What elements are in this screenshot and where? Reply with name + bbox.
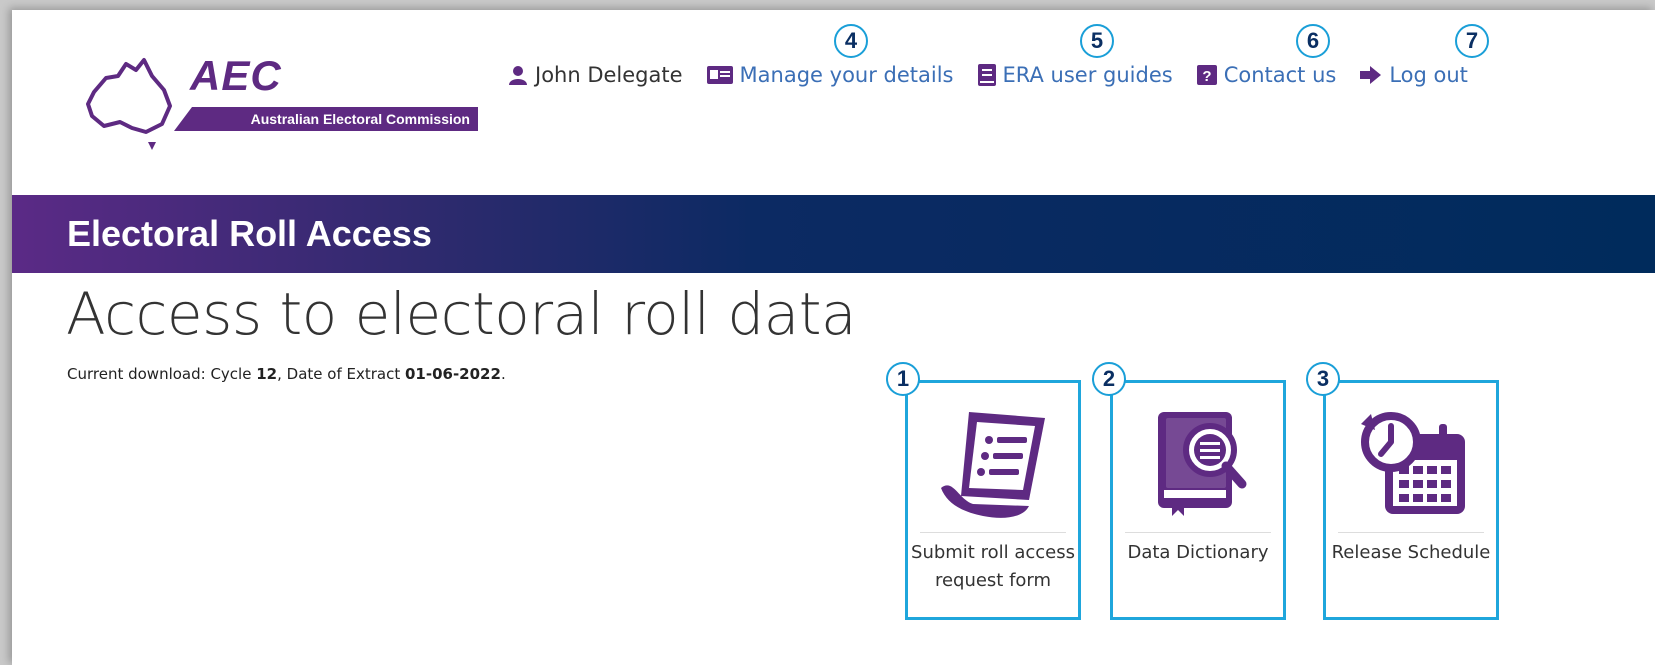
aec-logo[interactable]: AEC Australian Electoral Commission bbox=[74, 50, 494, 155]
book-icon bbox=[977, 64, 996, 86]
cycle-number: 12 bbox=[256, 365, 278, 383]
extract-date: 01-06-2022 bbox=[404, 365, 501, 383]
question-icon: ? bbox=[1196, 65, 1217, 85]
nav-contact-us-label: Contact us bbox=[1223, 63, 1337, 87]
banner-title: Electoral Roll Access bbox=[67, 213, 432, 254]
logo-subtitle: Australian Electoral Commission bbox=[174, 107, 478, 131]
svg-text:?: ? bbox=[1202, 68, 1211, 85]
id-card-icon bbox=[706, 65, 733, 85]
nav-log-out[interactable]: Log out bbox=[1360, 63, 1468, 87]
calendar-clock-icon bbox=[1361, 411, 1465, 514]
tile-release-schedule-label: Release Schedule bbox=[1331, 542, 1491, 563]
document-list-icon bbox=[941, 411, 1045, 518]
nav-user-guides-label: ERA user guides bbox=[1002, 63, 1173, 87]
nav-manage-details[interactable]: Manage your details bbox=[706, 63, 954, 87]
callout-6: 6 bbox=[1296, 24, 1330, 58]
extract-prefix: , Date of Extract bbox=[277, 365, 405, 383]
callout-1: 1 bbox=[886, 362, 920, 396]
tile-data-dictionary[interactable]: Data Dictionary bbox=[1110, 380, 1286, 620]
header-banner: Electoral Roll Access bbox=[12, 195, 1655, 273]
user-icon bbox=[508, 65, 528, 85]
download-prefix: Current download: Cycle bbox=[67, 365, 257, 383]
nav-manage-details-label: Manage your details bbox=[739, 63, 954, 87]
callout-4: 4 bbox=[834, 24, 868, 58]
australia-map-icon bbox=[86, 58, 172, 150]
tile-release-schedule[interactable]: Release Schedule bbox=[1323, 380, 1499, 620]
nav-contact-us[interactable]: ? Contact us bbox=[1196, 63, 1337, 87]
callout-3: 3 bbox=[1306, 362, 1340, 396]
tile-submit-request-label: Submit roll access request form bbox=[911, 542, 1075, 591]
tile-data-dictionary-label: Data Dictionary bbox=[1127, 542, 1269, 563]
nav-user-guides[interactable]: ERA user guides bbox=[977, 63, 1173, 87]
sign-out-icon bbox=[1360, 65, 1382, 85]
callout-5: 5 bbox=[1080, 24, 1114, 58]
current-download-info: Current download: Cycle 12, Date of Extr… bbox=[67, 365, 506, 383]
nav-user[interactable]: John Delegate bbox=[508, 63, 683, 87]
page-title: Access to electoral roll data bbox=[66, 280, 857, 348]
user-name: John Delegate bbox=[535, 63, 683, 87]
callout-2: 2 bbox=[1092, 362, 1126, 396]
nav-log-out-label: Log out bbox=[1389, 63, 1468, 87]
callout-7: 7 bbox=[1455, 24, 1489, 58]
logo-wordmark: AEC bbox=[190, 52, 282, 99]
subline-suffix: . bbox=[500, 365, 506, 383]
book-magnifier-icon bbox=[1158, 411, 1247, 516]
browser-page: AEC Australian Electoral Commission John… bbox=[12, 10, 1655, 665]
tile-submit-request[interactable]: Submit roll access request form bbox=[905, 380, 1081, 620]
top-nav: John Delegate Manage your details ERA us… bbox=[508, 60, 1468, 90]
